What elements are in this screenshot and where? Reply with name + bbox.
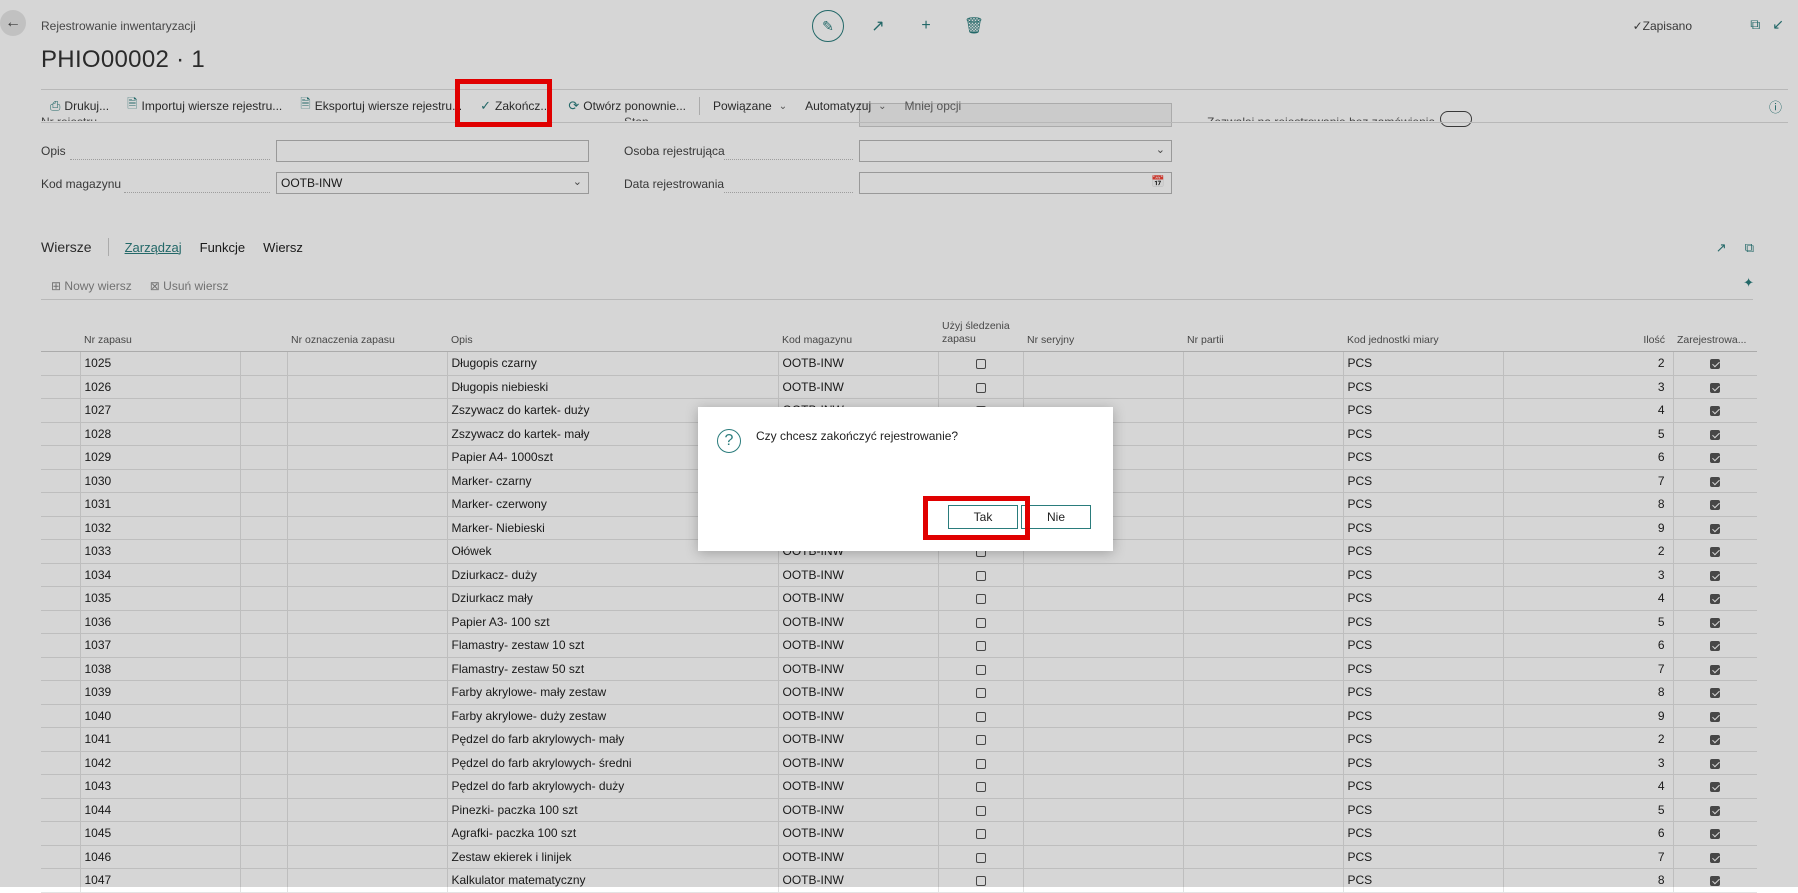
highlight-finish-button — [455, 79, 552, 127]
dialog-message: Czy chcesz zakończyć rejestrowanie? — [756, 429, 959, 443]
highlight-yes-button — [923, 496, 1030, 540]
no-button[interactable]: Nie — [1021, 505, 1091, 529]
question-icon: ? — [717, 429, 741, 453]
confirm-dialog: ? Czy chcesz zakończyć rejestrowanie? Ta… — [698, 407, 1113, 551]
app-window: ← Rejestrowanie inwentaryzacji PHIO00002… — [0, 0, 1798, 893]
